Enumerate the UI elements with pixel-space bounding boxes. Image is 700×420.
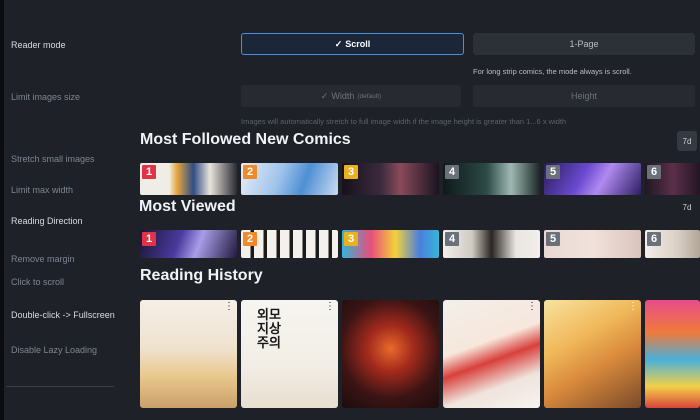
more-options-icon[interactable]: ⋮: [527, 302, 537, 312]
reading-history-title: Reading History: [140, 267, 263, 284]
comic-thumbnail[interactable]: 4: [443, 230, 540, 258]
most-viewed-title: Most Viewed: [139, 198, 236, 215]
comic-thumbnail[interactable]: 2: [241, 163, 338, 195]
width-limit-button[interactable]: ✓ Width (default): [241, 85, 461, 107]
click-to-scroll-label: Click to scroll: [11, 277, 65, 287]
more-options-icon[interactable]: ⋮: [628, 302, 638, 312]
comic-thumbnail[interactable]: 1: [140, 230, 237, 258]
more-options-icon[interactable]: ⋮: [325, 302, 335, 312]
comic-thumbnail[interactable]: 4: [443, 163, 540, 195]
history-cover[interactable]: [645, 300, 700, 408]
rank-badge: 1: [142, 232, 156, 246]
rank-badge: 1: [142, 165, 156, 179]
comic-thumbnail[interactable]: 6: [645, 230, 700, 258]
rank-badge: 6: [647, 165, 661, 179]
most-viewed-period-button[interactable]: 7d: [677, 197, 697, 217]
height-limit-button[interactable]: Height: [473, 85, 695, 107]
limit-max-width-label: Limit max width: [11, 185, 74, 195]
rank-badge: 6: [647, 232, 661, 246]
most-followed-title: Most Followed New Comics: [140, 131, 351, 148]
limit-images-hint: Images will automatically stretch to ful…: [241, 117, 567, 126]
cover-title-text: 외모 지상 주의: [257, 307, 281, 350]
comic-thumbnail[interactable]: 3: [342, 163, 439, 195]
comic-thumbnail[interactable]: 2: [241, 230, 338, 258]
rank-badge: 3: [344, 165, 358, 179]
scroll-mode-label: Scroll: [345, 39, 371, 49]
history-cover[interactable]: ⋮: [140, 300, 237, 408]
history-cover[interactable]: ⋮ 외모 지상 주의: [241, 300, 338, 408]
limit-images-size-label: Limit images size: [11, 92, 81, 102]
most-followed-period-button[interactable]: 7d: [677, 131, 697, 151]
check-icon: ✓: [320, 90, 329, 101]
history-cover[interactable]: [342, 300, 439, 408]
reader-mode-label: Reader mode: [11, 40, 66, 50]
rank-badge: 5: [546, 165, 560, 179]
left-rail: [0, 0, 4, 420]
reader-mode-hint: For long strip comics, the mode always i…: [473, 67, 632, 76]
scroll-mode-button[interactable]: ✓ Scroll: [241, 33, 464, 55]
rank-badge: 4: [445, 232, 459, 246]
rank-badge: 4: [445, 165, 459, 179]
reading-direction-label: Reading Direction: [11, 216, 83, 226]
more-options-icon[interactable]: ⋮: [224, 302, 234, 312]
stretch-small-images-label: Stretch small images: [11, 154, 95, 164]
comic-thumbnail[interactable]: 6: [645, 163, 700, 195]
one-page-mode-button[interactable]: 1-Page: [473, 33, 695, 55]
rank-badge: 3: [344, 232, 358, 246]
one-page-mode-label: 1-Page: [569, 39, 599, 49]
rank-badge: 2: [243, 232, 257, 246]
rank-badge: 5: [546, 232, 560, 246]
check-icon: ✓: [334, 38, 343, 49]
width-limit-label: Width: [331, 91, 355, 101]
settings-divider: [6, 386, 114, 387]
history-cover[interactable]: ⋮: [443, 300, 540, 408]
rank-badge: 2: [243, 165, 257, 179]
comic-thumbnail[interactable]: 5: [544, 230, 641, 258]
comic-thumbnail[interactable]: 3: [342, 230, 439, 258]
comic-thumbnail[interactable]: 1: [140, 163, 237, 195]
width-default-tag: (default): [357, 92, 382, 100]
double-click-fullscreen-label: Double-click -> Fullscreen: [11, 310, 115, 320]
disable-lazy-loading-label: Disable Lazy Loading: [11, 345, 98, 355]
history-cover[interactable]: ⋮: [544, 300, 641, 408]
height-limit-label: Height: [570, 91, 597, 101]
remove-margin-label: Remove margin: [11, 254, 75, 264]
comic-thumbnail[interactable]: 5: [544, 163, 641, 195]
